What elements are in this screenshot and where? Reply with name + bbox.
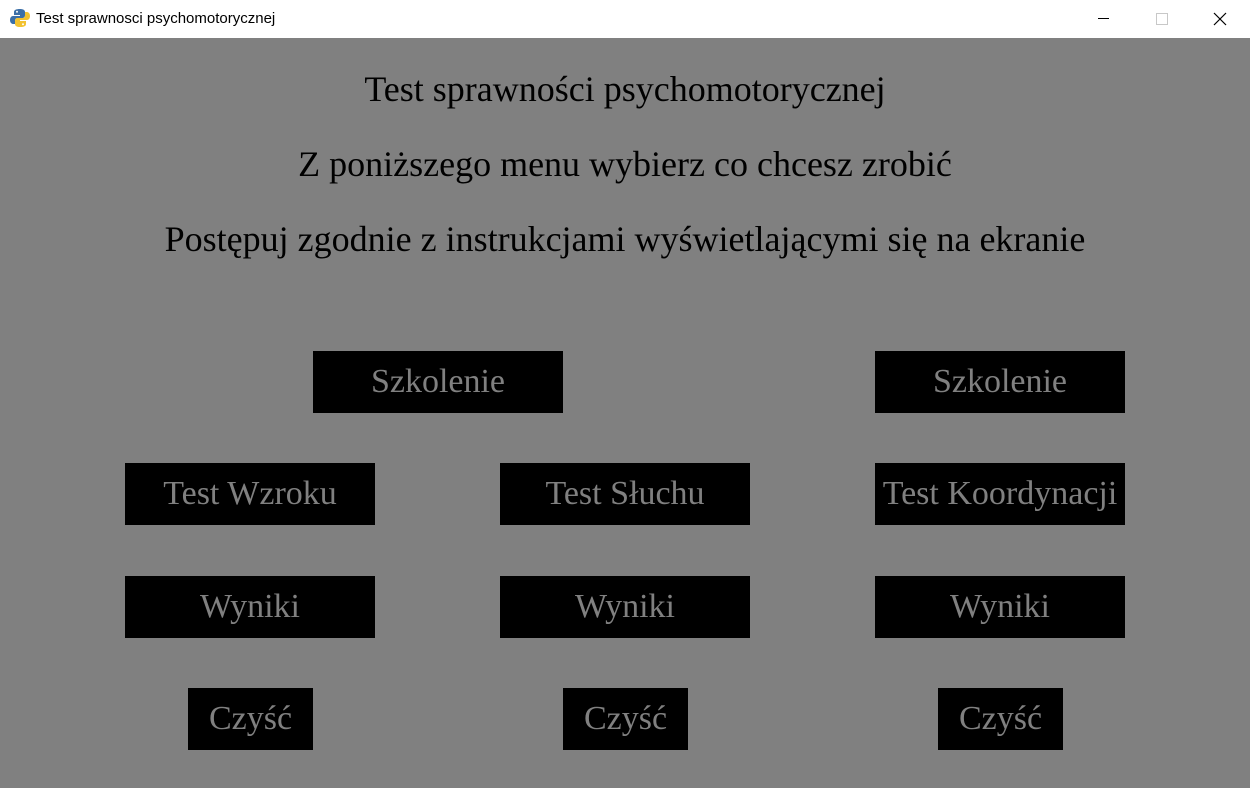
training-left-button[interactable]: Szkolenie bbox=[313, 351, 563, 413]
vision-results-button[interactable]: Wyniki bbox=[125, 576, 375, 638]
minimize-icon bbox=[1098, 18, 1109, 19]
coordination-clear-button[interactable]: Czyść bbox=[938, 688, 1063, 750]
python-icon bbox=[10, 8, 30, 28]
vision-clear-button[interactable]: Czyść bbox=[188, 688, 313, 750]
screen-instruction: Postępuj zgodnie z instrukcjami wyświetl… bbox=[164, 219, 1086, 259]
hearing-clear-button[interactable]: Czyść bbox=[563, 688, 688, 750]
coordination-test-button[interactable]: Test Koordynacji bbox=[875, 463, 1125, 525]
close-icon bbox=[1213, 12, 1227, 26]
coordination-results-button[interactable]: Wyniki bbox=[875, 576, 1125, 638]
training-right-button[interactable]: Szkolenie bbox=[875, 351, 1125, 413]
maximize-icon bbox=[1156, 13, 1168, 25]
minimize-button[interactable] bbox=[1074, 0, 1132, 38]
menu-instruction: Z poniższego menu wybierz co chcesz zrob… bbox=[298, 144, 952, 184]
page-title: Test sprawności psychomotorycznej bbox=[364, 69, 886, 109]
hearing-test-button[interactable]: Test Słuchu bbox=[500, 463, 750, 525]
close-button[interactable] bbox=[1190, 0, 1248, 38]
title-bar[interactable]: Test sprawnosci psychomotorycznej bbox=[0, 0, 1250, 38]
main-canvas: Test sprawności psychomotorycznej Z poni… bbox=[0, 38, 1250, 788]
hearing-results-button[interactable]: Wyniki bbox=[500, 576, 750, 638]
app-window: Test sprawnosci psychomotorycznej Test s… bbox=[0, 0, 1250, 788]
window-title: Test sprawnosci psychomotorycznej bbox=[36, 10, 276, 27]
maximize-button[interactable] bbox=[1132, 0, 1190, 38]
vision-test-button[interactable]: Test Wzroku bbox=[125, 463, 375, 525]
